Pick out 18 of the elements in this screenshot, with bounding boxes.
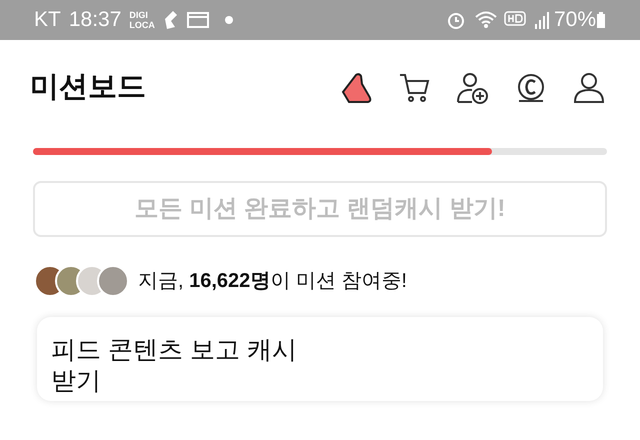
signal-icon xyxy=(534,11,550,29)
cart-icon[interactable] xyxy=(398,71,432,105)
user-icon[interactable] xyxy=(572,71,606,105)
sneaker-icon[interactable] xyxy=(340,71,374,105)
hd-icon xyxy=(504,11,526,29)
app-badge-label: DIGI LOCA xyxy=(129,10,155,30)
card-title: 피드 콘텐츠 보고 캐시 받기 xyxy=(51,335,298,397)
feed-card[interactable]: 피드 콘텐츠 보고 캐시 받기 xyxy=(37,317,603,401)
status-time: 18:37 xyxy=(68,7,122,34)
notification-dot-icon xyxy=(224,16,233,24)
battery-icon xyxy=(596,11,606,29)
add-user-icon[interactable] xyxy=(456,71,490,105)
participants-text: 지금, 16,622명이 미션 참여중! xyxy=(138,269,407,294)
carrier-text: KT xyxy=(34,7,61,34)
battery-percent: 70% xyxy=(554,7,596,34)
page-title: 미션보드 xyxy=(30,70,146,106)
card-icon xyxy=(186,12,209,28)
alarm-icon xyxy=(446,10,466,30)
